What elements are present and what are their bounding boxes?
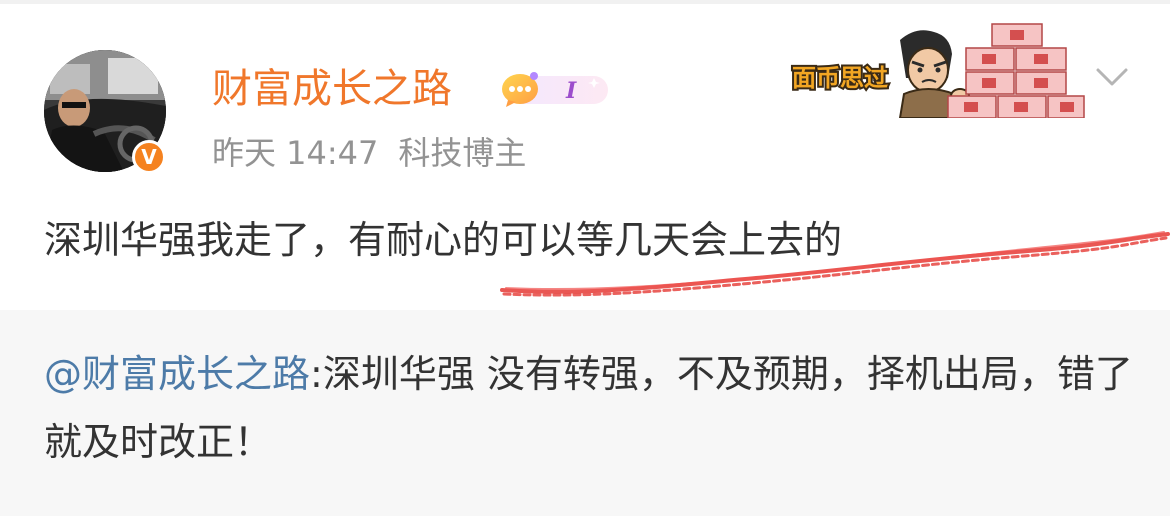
repost-separator: : [310,352,323,396]
post-meta: 昨天 14:47 科技博主 [212,130,526,176]
mention-link[interactable]: @财富成长之路 [44,352,310,396]
timestamp: 昨天 14:47 [212,134,379,172]
repost-box[interactable]: @财富成长之路:深圳华强 没有转强，不及预期，择机出局，错了就及时改正！ [0,310,1170,516]
source-label: 科技博主 [398,134,527,172]
money-stack-sticker-icon: 面币思过 [788,18,1088,119]
username[interactable]: 财富成长之路 [212,62,452,116]
verified-badge-icon: V [132,140,166,174]
chevron-down-icon[interactable] [1094,62,1130,92]
top-divider [0,0,1170,4]
member-level: I [565,78,577,104]
sticker-caption: 面币思过 [792,64,888,92]
red-underline-annotation [496,226,1170,302]
vip-chat-bubble-icon[interactable]: I [498,70,610,108]
repost-text-block: @财富成长之路:深圳华强 没有转强，不及预期，择机出局，错了就及时改正！ [44,340,1134,476]
weibo-post-card: V 财富成长之路 I 昨天 14:47 科技博主 面币思过 深圳华强我走了，有耐… [0,0,1170,516]
